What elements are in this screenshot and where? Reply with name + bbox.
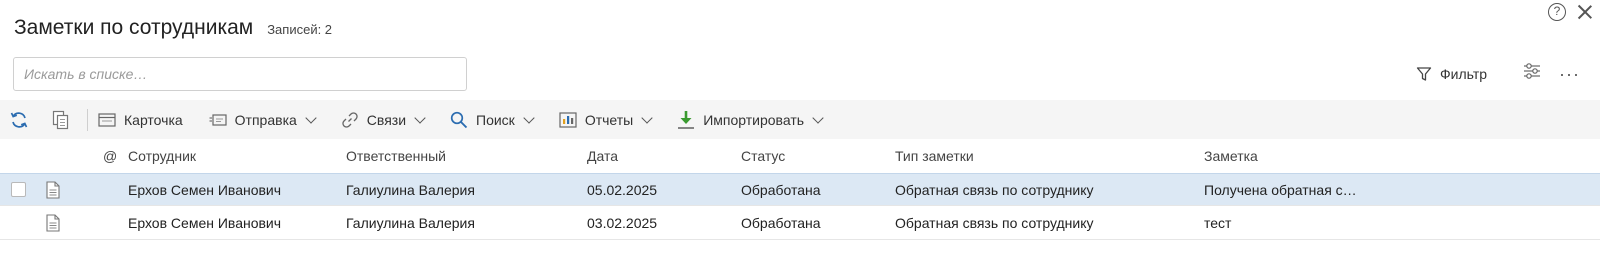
- column-header-status[interactable]: Статус: [741, 148, 785, 164]
- reports-label: Отчеты: [584, 111, 634, 128]
- links-dropdown[interactable]: Связи: [341, 111, 426, 129]
- filter-label: Фильтр: [1439, 65, 1488, 82]
- page-header: Заметки по сотрудникам Записей: 2: [14, 16, 332, 40]
- search-label: Поиск: [476, 111, 515, 128]
- toolbar-separator: [87, 108, 88, 131]
- import-dropdown[interactable]: Импортировать: [677, 110, 824, 130]
- card-button[interactable]: Карточка: [98, 112, 183, 128]
- reports-dropdown[interactable]: Отчеты: [559, 111, 653, 128]
- cell-employee: Ерхов Семен Иванович: [128, 215, 282, 231]
- search-dropdown[interactable]: Поиск: [450, 111, 535, 129]
- help-icon[interactable]: ?: [1548, 3, 1566, 21]
- report-chart-icon: [559, 111, 577, 128]
- column-header-at[interactable]: @: [103, 148, 117, 164]
- send-dropdown[interactable]: Отправка: [209, 111, 317, 128]
- import-label: Импортировать: [703, 111, 805, 128]
- column-header-note[interactable]: Заметка: [1204, 148, 1258, 164]
- chevron-down-icon: [305, 111, 317, 124]
- card-label: Карточка: [124, 111, 183, 128]
- send-icon: [209, 113, 227, 126]
- filter-button[interactable]: Фильтр: [1416, 66, 1487, 82]
- search-input[interactable]: [13, 57, 467, 91]
- cell-date: 03.02.2025: [587, 215, 658, 231]
- download-arrow-icon: [678, 110, 695, 129]
- chevron-down-icon: [812, 111, 824, 124]
- table-header: @ Сотрудник Ответственный Дата Статус Ти…: [0, 140, 1600, 172]
- cell-date: 05.02.2025: [587, 181, 658, 198]
- cell-note: Получена обратная с…: [1204, 181, 1357, 198]
- close-icon[interactable]: [1576, 3, 1594, 21]
- cell-note-type: Обратная связь по сотруднику: [895, 215, 1094, 231]
- chevron-down-icon: [641, 111, 653, 124]
- refresh-button[interactable]: [2, 105, 36, 135]
- chevron-down-icon: [523, 111, 535, 124]
- cell-note-type: Обратная связь по сотруднику: [895, 181, 1094, 198]
- copy-button[interactable]: [44, 105, 78, 135]
- column-header-date[interactable]: Дата: [587, 148, 618, 164]
- send-label: Отправка: [234, 111, 297, 128]
- window-controls: ?: [1548, 3, 1594, 21]
- table-row[interactable]: Ерхов Семен Иванович Галиулина Валерия 0…: [0, 173, 1600, 206]
- document-icon: [46, 214, 60, 232]
- column-header-note-type[interactable]: Тип заметки: [895, 148, 974, 164]
- refresh-icon: [10, 111, 28, 128]
- cell-status: Обработана: [741, 181, 821, 198]
- copy-icon: [52, 110, 69, 129]
- document-icon: [46, 181, 60, 199]
- cell-responsible: Галиулина Валерия: [346, 215, 475, 231]
- more-options-button[interactable]: ···: [1559, 65, 1580, 83]
- list-tools: Фильтр ···: [1416, 62, 1580, 85]
- column-settings-button[interactable]: [1523, 62, 1541, 85]
- row-checkbox[interactable]: [11, 182, 26, 197]
- cell-responsible: Галиулина Валерия: [346, 181, 475, 198]
- links-label: Связи: [366, 111, 407, 128]
- column-header-responsible[interactable]: Ответственный: [346, 148, 446, 164]
- card-icon: [98, 112, 116, 127]
- link-icon: [342, 111, 358, 128]
- cell-note: тест: [1204, 215, 1232, 231]
- search-icon: [450, 111, 468, 128]
- page-title: Заметки по сотрудникам: [14, 16, 254, 39]
- toolbar: Карточка Отправка Связи Поиск Отчеты Имп…: [0, 100, 1600, 139]
- cell-employee: Ерхов Семен Иванович: [128, 181, 282, 198]
- table-row[interactable]: Ерхов Семен Иванович Галиулина Валерия 0…: [0, 207, 1600, 240]
- column-header-employee[interactable]: Сотрудник: [128, 148, 196, 164]
- sliders-icon: [1524, 63, 1541, 79]
- chevron-down-icon: [414, 111, 426, 124]
- filter-icon: [1416, 66, 1432, 81]
- records-count: Записей: 2: [267, 22, 333, 37]
- cell-status: Обработана: [741, 215, 821, 231]
